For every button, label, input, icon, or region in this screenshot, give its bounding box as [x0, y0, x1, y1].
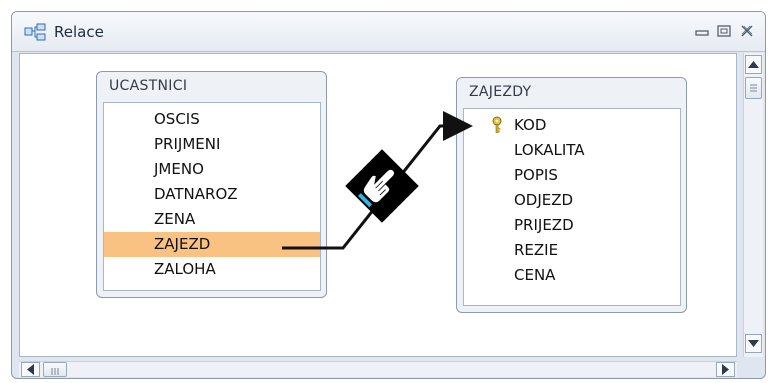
vertical-scroll-thumb[interactable]	[745, 77, 762, 99]
close-icon[interactable]	[738, 22, 756, 40]
horizontal-scrollbar[interactable]	[19, 361, 737, 377]
field-kod-label: KOD	[514, 116, 547, 134]
scroll-left-icon[interactable]	[21, 362, 40, 377]
field-zajezd-selected[interactable]: ZAJEZD	[104, 232, 320, 257]
field-datnaroz[interactable]: DATNAROZ	[104, 182, 320, 207]
field-kod[interactable]: KOD	[464, 113, 680, 138]
scroll-down-icon[interactable]	[745, 334, 762, 353]
window-title: Relace	[54, 23, 104, 41]
field-list-zajezdy: KOD LOKALITA POPIS ODJEZD PRIJEZD REZIE …	[463, 108, 681, 306]
table-title-ucastnici: UCASTNICI	[109, 78, 188, 94]
restore-icon[interactable]	[715, 22, 733, 40]
field-jmeno[interactable]: JMENO	[104, 157, 320, 182]
table-zajezdy[interactable]: ZAJEZDY KOD LOKALITA POPIS ODJEZD PRIJEZ…	[456, 77, 687, 313]
field-cena[interactable]: CENA	[464, 263, 680, 288]
field-odjezd[interactable]: ODJEZD	[464, 188, 680, 213]
primary-key-icon	[492, 116, 502, 133]
field-rezie[interactable]: REZIE	[464, 238, 680, 263]
relationships-canvas[interactable]: UCASTNICI OSCIS PRIJMENI JMENO DATNAROZ …	[19, 53, 737, 357]
title-bar[interactable]: Relace	[12, 12, 765, 52]
vertical-scrollbar[interactable]	[743, 53, 763, 357]
field-zaloha[interactable]: ZALOHA	[104, 257, 320, 282]
field-popis[interactable]: POPIS	[464, 163, 680, 188]
minimize-icon[interactable]	[693, 22, 711, 40]
field-list-ucastnici: OSCIS PRIJMENI JMENO DATNAROZ ZENA ZAJEZ…	[103, 102, 321, 291]
relationships-icon	[24, 23, 46, 41]
field-zena[interactable]: ZENA	[104, 207, 320, 232]
scroll-right-icon[interactable]	[716, 362, 735, 377]
table-ucastnici[interactable]: UCASTNICI OSCIS PRIJMENI JMENO DATNAROZ …	[96, 71, 327, 298]
relationships-window: Relace UCASTNICI OSCIS PRIJMENI JMENO DA…	[11, 11, 766, 379]
field-prijmeni[interactable]: PRIJMENI	[104, 132, 320, 157]
field-lokalita[interactable]: LOKALITA	[464, 138, 680, 163]
scroll-up-icon[interactable]	[745, 55, 762, 74]
table-title-zajezdy: ZAJEZDY	[469, 84, 532, 100]
field-oscis[interactable]: OSCIS	[104, 107, 320, 132]
field-prijezd[interactable]: PRIJEZD	[464, 213, 680, 238]
horizontal-scroll-thumb[interactable]	[43, 362, 67, 377]
